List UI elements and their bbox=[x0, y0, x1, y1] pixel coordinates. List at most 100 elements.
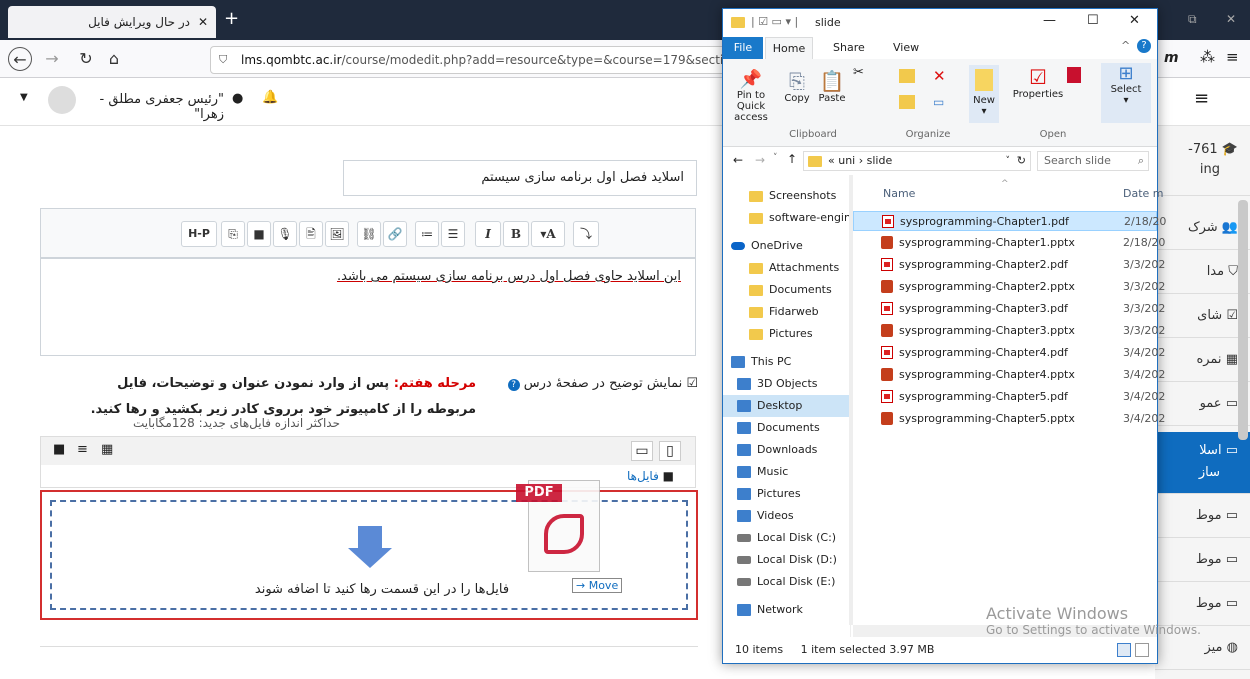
tab-home[interactable]: Home bbox=[765, 37, 813, 59]
tab-share[interactable]: Share bbox=[833, 41, 865, 54]
copy-button[interactable]: ⎘ bbox=[221, 221, 245, 247]
sidebar-item-grades[interactable]: ▦ نمره bbox=[1155, 338, 1250, 382]
pin-button[interactable]: 📌 Pin to Quick access bbox=[725, 69, 777, 123]
help-icon[interactable]: ? bbox=[1137, 39, 1151, 53]
grid-view-icon[interactable]: ▦ bbox=[101, 442, 113, 457]
nav-item[interactable]: Local Disk (E:) bbox=[723, 571, 851, 593]
window-close-icon[interactable]: ✕ bbox=[1226, 12, 1236, 26]
sidebar-item-competencies[interactable]: ☑ شای bbox=[1155, 294, 1250, 338]
bold-button[interactable]: B bbox=[503, 221, 529, 247]
address-bar[interactable]: « uni › slide ˅ ↻ bbox=[803, 151, 1031, 171]
hamburger-icon[interactable]: ≡ bbox=[1194, 88, 1209, 109]
nav-item[interactable]: Fidarweb bbox=[723, 301, 851, 323]
unlink-icon[interactable]: ⛓ bbox=[357, 221, 381, 247]
delete-icon[interactable]: ✕ bbox=[933, 67, 946, 85]
link-icon[interactable]: 🔗 bbox=[383, 221, 407, 247]
copy-to-icon[interactable] bbox=[899, 95, 915, 109]
open-pdf-icon[interactable] bbox=[1067, 67, 1081, 83]
paste-button[interactable]: 📋 Paste bbox=[815, 69, 849, 104]
properties-button[interactable]: ☑ Properties bbox=[1011, 65, 1065, 100]
nav-item[interactable]: Documents bbox=[723, 279, 851, 301]
nav-item[interactable]: Desktop bbox=[723, 395, 851, 417]
nav-item[interactable]: Local Disk (D:) bbox=[723, 549, 851, 571]
toolbar-toggle-button[interactable]: ⤵ bbox=[573, 221, 599, 247]
address-dropdown-icon[interactable]: ˅ bbox=[1006, 152, 1011, 170]
close-icon[interactable]: ✕ bbox=[1129, 13, 1140, 28]
sidebar-item-topic-1[interactable]: ▭ موط bbox=[1155, 494, 1250, 538]
sidebar-item-participants[interactable]: 👥 شرک bbox=[1155, 206, 1250, 250]
ribbon-collapse-icon[interactable]: ^ bbox=[1121, 39, 1130, 52]
details-view-icon[interactable] bbox=[1117, 643, 1131, 657]
select-button[interactable]: ⊞ Select ▾ bbox=[1101, 63, 1151, 123]
nav-item[interactable]: Documents bbox=[723, 417, 851, 439]
extensions-icon[interactable]: ⁂ bbox=[1200, 48, 1215, 66]
nav-item[interactable]: Downloads bbox=[723, 439, 851, 461]
font-style-button[interactable]: ▾A bbox=[531, 221, 565, 247]
video-icon[interactable]: ■ bbox=[247, 221, 271, 247]
file-row[interactable]: sysprogramming-Chapter3.pptx 3/3/202 bbox=[853, 321, 1165, 341]
file-row[interactable]: sysprogramming-Chapter4.pptx 3/4/202 bbox=[853, 365, 1165, 385]
nav-item[interactable]: software-engine bbox=[723, 207, 851, 229]
files-folder-link[interactable]: ■ فایل‌ها bbox=[627, 469, 674, 483]
italic-button[interactable]: I bbox=[475, 221, 501, 247]
forward-arrow-icon[interactable]: → bbox=[755, 153, 765, 167]
column-date-header[interactable]: Date m bbox=[1123, 187, 1164, 200]
show-description-checkbox[interactable]: ☑ نمایش توضیح در صفحهٔ درس ? bbox=[488, 376, 698, 391]
tab-close-icon[interactable]: ✕ bbox=[198, 15, 208, 29]
help-icon[interactable]: ? bbox=[507, 379, 520, 391]
maximize-icon[interactable]: ☐ bbox=[1087, 13, 1099, 28]
tab-view[interactable]: View bbox=[893, 41, 919, 54]
sidebar-item-course[interactable]: 🎓 761- ing bbox=[1155, 126, 1250, 196]
nav-item[interactable]: Screenshots bbox=[723, 185, 851, 207]
large-icons-view-icon[interactable] bbox=[1135, 643, 1149, 657]
move-to-icon[interactable] bbox=[899, 69, 915, 83]
name-input[interactable]: اسلاید فصل اول برنامه سازی سیستم bbox=[343, 160, 697, 196]
description-editor[interactable]: این اسلاید حاوی فصل اول درس برنامه سازی … bbox=[40, 258, 696, 356]
tab-file[interactable]: File bbox=[723, 37, 763, 59]
checkbox-icon[interactable]: ☑ bbox=[686, 376, 698, 391]
mic-icon[interactable]: 🎙 bbox=[273, 221, 297, 247]
url-bar[interactable]: ⛉ lms.qombtc.ac.ir/course/modedit.php?ad… bbox=[210, 46, 730, 74]
sidebar-item-general[interactable]: ▭ عمو bbox=[1155, 382, 1250, 426]
file-row[interactable]: sysprogramming-Chapter2.pdf 3/3/202 bbox=[853, 255, 1165, 275]
page-scrollbar[interactable] bbox=[1238, 200, 1248, 440]
h5p-button[interactable]: H-P bbox=[181, 221, 217, 247]
folder-view-icon[interactable]: ■ bbox=[53, 442, 65, 457]
reload-icon[interactable]: ↻ bbox=[74, 47, 98, 71]
rename-icon[interactable]: ▭ bbox=[933, 95, 944, 109]
file-row[interactable]: sysprogramming-Chapter4.pdf 3/4/202 bbox=[853, 343, 1165, 363]
file-row[interactable]: sysprogramming-Chapter1.pptx 2/18/20 bbox=[853, 233, 1165, 253]
file-row[interactable]: sysprogramming-Chapter3.pdf 3/3/202 bbox=[853, 299, 1165, 319]
quick-access-toolbar[interactable]: | ☑ ▭ ▾ | bbox=[751, 15, 798, 28]
file-row[interactable]: sysprogramming-Chapter5.pdf 3/4/202 bbox=[853, 387, 1165, 407]
file-row[interactable]: sysprogramming-Chapter1.pdf 2/18/20 bbox=[853, 211, 1166, 231]
nav-item[interactable]: Music bbox=[723, 461, 851, 483]
nav-item[interactable]: Attachments bbox=[723, 257, 851, 279]
nav-item[interactable]: 3D Objects bbox=[723, 373, 851, 395]
sidebar-item-slides-active[interactable]: ▭ اسلا ساز bbox=[1155, 432, 1250, 494]
search-box[interactable]: Search slide ⌕ bbox=[1037, 151, 1149, 171]
chat-icon[interactable]: ● bbox=[232, 91, 243, 106]
new-folder-button[interactable]: New ▾ bbox=[969, 65, 999, 123]
media-icon[interactable]: 🖹 bbox=[299, 221, 323, 247]
file-row[interactable]: sysprogramming-Chapter2.pptx 3/3/202 bbox=[853, 277, 1165, 297]
up-arrow-icon[interactable]: ↑ bbox=[787, 152, 797, 166]
add-file-icon[interactable]: ▯ bbox=[659, 441, 681, 461]
nav-item[interactable]: This PC bbox=[723, 351, 851, 373]
back-arrow-icon[interactable]: ← bbox=[733, 153, 743, 167]
image-icon[interactable]: 🖼 bbox=[325, 221, 349, 247]
window-restore-icon[interactable]: ⧉ bbox=[1188, 12, 1197, 27]
nav-item[interactable]: OneDrive bbox=[723, 235, 851, 257]
nav-item[interactable]: Videos bbox=[723, 505, 851, 527]
file-row[interactable]: sysprogramming-Chapter5.pptx 3/4/202 bbox=[853, 409, 1165, 429]
avatar[interactable] bbox=[48, 86, 76, 114]
list-view-icon[interactable]: ≡ bbox=[77, 442, 88, 457]
bell-icon[interactable]: 🔔 bbox=[262, 90, 278, 105]
menu-icon[interactable]: ≡ bbox=[1226, 48, 1239, 66]
browser-tab[interactable]: ✕ در حال ویرایش فایل bbox=[8, 6, 216, 38]
refresh-icon[interactable]: ↻ bbox=[1017, 152, 1026, 170]
unordered-list-icon[interactable]: ☰ bbox=[441, 221, 465, 247]
nav-item[interactable]: Pictures bbox=[723, 323, 851, 345]
column-name-header[interactable]: Name bbox=[883, 187, 915, 200]
minimize-icon[interactable]: — bbox=[1043, 13, 1056, 28]
